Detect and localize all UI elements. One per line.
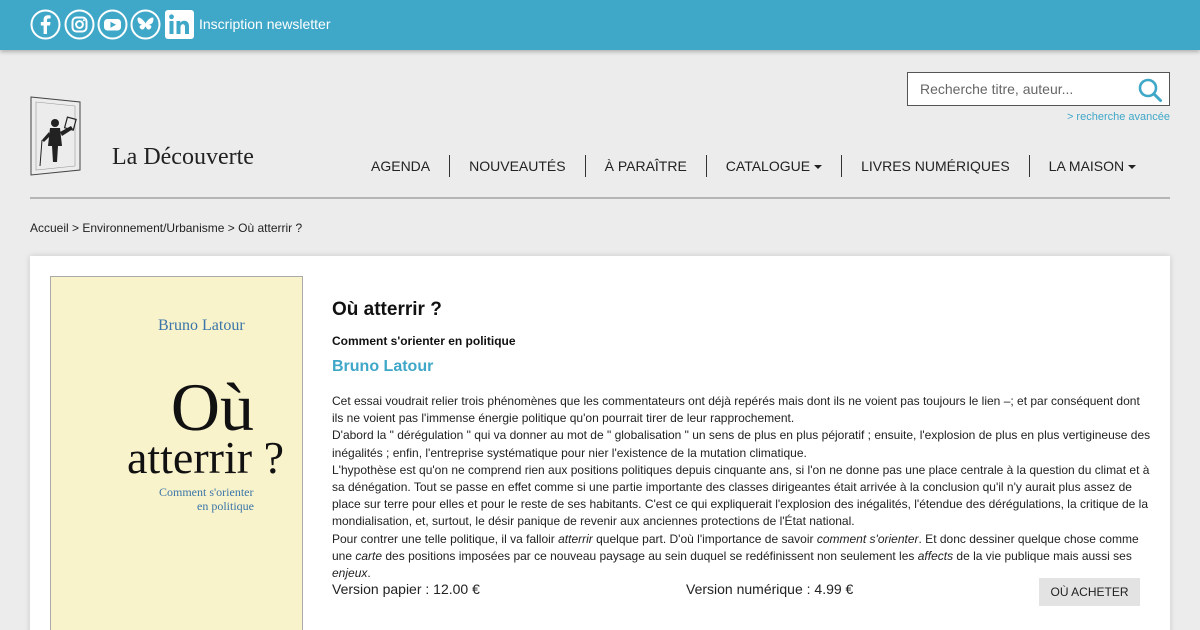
caret-down-icon xyxy=(814,165,823,170)
price-paper: Version papier : 12.00 € xyxy=(332,581,480,597)
breadcrumb-separator: > xyxy=(68,221,83,235)
description-paragraph: D'abord la " dérégulation " qui va donne… xyxy=(332,428,1151,460)
cover-subtitle-line1: Comment s'orienter xyxy=(159,485,254,499)
search-input[interactable] xyxy=(908,73,1133,105)
desc-emphasis: carte xyxy=(355,548,383,563)
facebook-icon[interactable] xyxy=(30,9,61,40)
cover-title-line2: atterrir ? xyxy=(126,432,284,483)
logo-text: La Découverte xyxy=(112,144,254,170)
breadcrumb-current: Où atterrir ? xyxy=(238,221,303,235)
site-logo[interactable]: La Découverte xyxy=(30,96,260,178)
nav-item-label: LIVRES NUMÉRIQUES xyxy=(861,158,1010,174)
advanced-search-link[interactable]: > recherche avancée xyxy=(1067,111,1170,123)
search-box xyxy=(907,72,1170,106)
description-paragraph: Cet essai voudrait relier trois phénomèn… xyxy=(332,394,1140,426)
nav-item-a-paraitre[interactable]: À PARAÎTRE xyxy=(586,155,707,177)
desc-emphasis: enjeux xyxy=(332,566,368,581)
desc-text: des positions imposées par ce nouveau pa… xyxy=(382,548,918,563)
nav-item-label: NOUVEAUTÉS xyxy=(469,158,566,174)
nav-item-label: AGENDA xyxy=(371,158,431,174)
logo-emblem-icon xyxy=(30,96,81,176)
nav-item-la-maison[interactable]: LA MAISON xyxy=(1030,155,1155,177)
book-title: Où atterrir ? xyxy=(332,299,442,320)
nav-item-label: CATALOGUE xyxy=(725,158,811,174)
breadcrumb-separator: > xyxy=(224,221,239,235)
nav-item-label: LA MAISON xyxy=(1048,158,1125,174)
top-bar: Inscription newsletter xyxy=(0,0,1200,50)
bluesky-icon[interactable] xyxy=(130,9,161,40)
nav-item-nouveautes[interactable]: NOUVEAUTÉS xyxy=(450,155,586,177)
caret-down-icon xyxy=(1128,165,1137,170)
breadcrumb: Accueil > Environnement/Urbanisme > Où a… xyxy=(30,221,302,235)
book-card: Bruno Latour Où atterrir ? Comment s'ori… xyxy=(30,256,1170,630)
description-paragraph: Pour contrer une telle politique, il va … xyxy=(332,531,1152,583)
book-description: Cet essai voudrait relier trois phénomèn… xyxy=(332,393,1152,582)
desc-emphasis: comment s'orienter xyxy=(816,531,919,546)
nav-item-catalogue[interactable]: CATALOGUE xyxy=(707,155,843,177)
nav-item-agenda[interactable]: AGENDA xyxy=(352,155,451,177)
header-divider xyxy=(30,197,1170,199)
instagram-icon[interactable] xyxy=(64,9,95,40)
cover-subtitle-line2: en politique xyxy=(197,499,254,513)
book-author-link[interactable]: Bruno Latour xyxy=(332,358,433,376)
nav-item-livres-numeriques[interactable]: LIVRES NUMÉRIQUES xyxy=(842,155,1030,177)
desc-text: Pour contrer une telle politique, il va … xyxy=(332,531,559,546)
main-nav: AGENDA NOUVEAUTÉS À PARAÎTRE CATALOGUE L… xyxy=(352,155,1155,177)
youtube-icon[interactable] xyxy=(97,9,128,40)
price-digital: Version numérique : 4.99 € xyxy=(686,581,854,597)
search-icon[interactable] xyxy=(1137,77,1163,103)
where-to-buy-button[interactable]: OÙ ACHETER xyxy=(1039,578,1140,606)
breadcrumb-home[interactable]: Accueil xyxy=(30,221,69,235)
nav-item-label: À PARAÎTRE xyxy=(604,158,687,174)
book-cover: Bruno Latour Où atterrir ? Comment s'ori… xyxy=(50,276,303,630)
desc-text: . xyxy=(367,566,371,581)
description-paragraph: L'hypothèse est qu'on ne comprend rien a… xyxy=(332,462,1150,529)
desc-text: de la vie publique mais aussi ses xyxy=(953,548,1132,563)
cover-title-line1: Où xyxy=(170,369,254,445)
breadcrumb-category[interactable]: Environnement/Urbanisme xyxy=(82,221,224,235)
book-subtitle: Comment s'orienter en politique xyxy=(332,334,516,348)
desc-emphasis: affects xyxy=(917,548,954,563)
linkedin-icon[interactable] xyxy=(164,9,195,40)
cover-author: Bruno Latour xyxy=(158,317,245,334)
desc-emphasis: atterrir xyxy=(558,531,593,546)
newsletter-link[interactable]: Inscription newsletter xyxy=(199,16,331,32)
desc-text: quelque part. D'où l'importance de savoi… xyxy=(592,531,817,546)
